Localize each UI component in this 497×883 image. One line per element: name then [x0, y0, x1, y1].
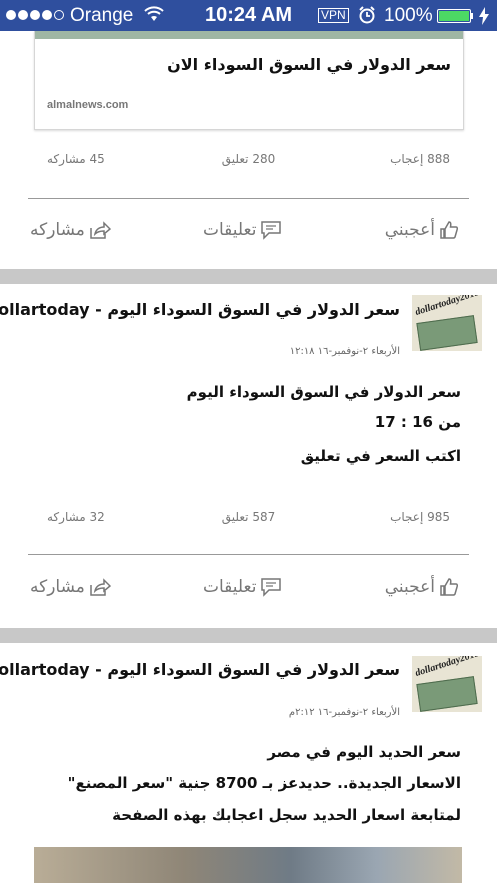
share-button[interactable]: مشاركه [30, 577, 111, 597]
status-bar: Orange 10:24 AM VPN 100% [0, 0, 497, 31]
like-button[interactable]: أعجبني [385, 220, 459, 240]
link-preview-image [35, 31, 463, 39]
wifi-icon [144, 6, 164, 27]
post-date: الأربعاء ٢-نوفمبر-١٦ ١٢:١٨ [289, 346, 400, 357]
signal-strength-icon [6, 10, 64, 20]
vpn-badge: VPN [318, 8, 349, 23]
shares-count[interactable]: 45 مشاركه [47, 152, 105, 166]
divider [28, 198, 469, 199]
post-body-line: لمتابعة اسعار الحديد سجل اعجابك بهذه الص… [112, 806, 461, 824]
like-button[interactable]: أعجبني [385, 577, 459, 597]
comment-label: تعليقات [203, 577, 257, 597]
link-title: سعر الدولار في السوق السوداء الان [167, 55, 451, 74]
thumbs-up-icon [440, 221, 459, 239]
banknote-image [416, 315, 478, 351]
post-body-line: سعر الدولار في السوق السوداء اليوم [186, 383, 461, 401]
post-actions: أعجبني تعليقات مشاركه [0, 577, 497, 607]
shares-count[interactable]: 32 مشاركه [47, 510, 105, 524]
post-separator [0, 628, 497, 643]
post-actions: أعجبني تعليقات مشاركه [0, 220, 497, 250]
post-body-line: من 16 : 17 [374, 413, 461, 431]
share-icon [90, 221, 111, 239]
share-label: مشاركه [30, 220, 85, 240]
divider [28, 554, 469, 555]
share-label: مشاركه [30, 577, 85, 597]
avatar[interactable]: dollartoday2015 [412, 656, 482, 712]
post-photo[interactable] [34, 847, 462, 883]
share-button[interactable]: مشاركه [30, 220, 111, 240]
comment-label: تعليقات [203, 220, 257, 240]
post-body-line: اكتب السعر في تعليق [300, 447, 461, 465]
battery-percent: 100% [384, 5, 433, 26]
alarm-icon [358, 6, 376, 29]
post-body-line: الاسعار الجديدة.. حديدعز بـ 8700 جنية "س… [67, 774, 461, 792]
comment-icon [261, 578, 282, 597]
comment-icon [261, 221, 282, 240]
share-icon [90, 578, 111, 596]
shared-link-card[interactable]: سعر الدولار في السوق السوداء الان almaln… [34, 31, 464, 130]
link-domain: almalnews.com [47, 99, 129, 111]
thumbs-up-icon [440, 578, 459, 596]
like-label: أعجبني [384, 220, 435, 240]
battery-tip [471, 13, 473, 19]
avatar[interactable]: dollartoday2015 [412, 295, 482, 351]
charging-icon [479, 7, 489, 30]
post-title[interactable]: سعر الدولار في السوق السوداء اليوم - dol… [0, 660, 400, 679]
comment-button[interactable]: تعليقات [203, 577, 282, 597]
post-body-line: سعر الحديد اليوم في مصر [267, 743, 461, 761]
post-separator [0, 269, 497, 284]
post-stats: 888 إعجاب 280 تعليق 45 مشاركه [0, 152, 497, 172]
banknote-image [416, 676, 478, 712]
post-stats: 985 إعجاب 587 تعليق 32 مشاركه [0, 510, 497, 530]
post-title[interactable]: سعر الدولار في السوق السوداء اليوم - dol… [0, 300, 400, 319]
battery-icon [437, 9, 471, 23]
comment-button[interactable]: تعليقات [203, 220, 282, 240]
clock: 10:24 AM [205, 4, 293, 26]
carrier-name: Orange [70, 5, 134, 26]
like-label: أعجبني [384, 577, 435, 597]
post-date: الأربعاء ٢-نوفمبر-١٦ ٢:١٢م [288, 707, 400, 718]
